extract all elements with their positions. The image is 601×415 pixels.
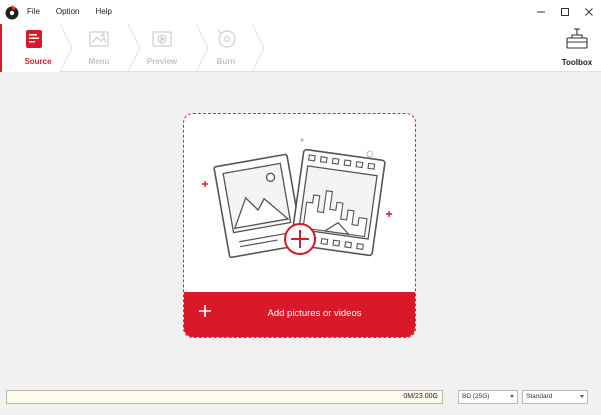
menu-option[interactable]: Option: [56, 0, 80, 24]
source-icon: [26, 30, 42, 48]
step-label-burn[interactable]: Burn: [196, 57, 256, 66]
close-button[interactable]: [577, 0, 601, 24]
workflow-step-bar: Source Menu Preview Burn Toolbox: [0, 24, 601, 72]
workspace: Add pictures or videos: [0, 73, 601, 383]
window-controls: [529, 0, 601, 24]
media-drop-zone[interactable]: Add pictures or videos: [183, 113, 416, 338]
status-bar: 0M/23.00G BD (25G) Standard: [0, 383, 601, 415]
menu-icon: [89, 31, 109, 47]
add-circle-icon: [284, 223, 316, 255]
app-logo-icon: [5, 5, 19, 20]
minimize-icon: [537, 11, 545, 13]
menu-file[interactable]: File: [27, 0, 40, 24]
maximize-button[interactable]: [553, 0, 577, 24]
step-label-source[interactable]: Source: [8, 57, 68, 66]
disc-capacity-bar: 0M/23.00G: [6, 390, 443, 404]
disc-type-select[interactable]: BD (25G): [458, 390, 518, 404]
chevron-down-icon: [580, 395, 584, 398]
toolbox-label: Toolbox: [561, 58, 593, 67]
quality-value: Standard: [526, 393, 553, 400]
minimize-button[interactable]: [529, 0, 553, 24]
toolbox-icon: [566, 28, 588, 49]
step-label-preview[interactable]: Preview: [132, 57, 192, 66]
chevron-down-icon: [510, 395, 514, 398]
burn-icon: [217, 29, 236, 48]
disc-type-value: BD (25G): [462, 393, 490, 400]
maximize-icon: [561, 8, 569, 16]
menu-help[interactable]: Help: [95, 0, 111, 24]
quality-select[interactable]: Standard: [522, 390, 588, 404]
close-icon: [585, 8, 593, 16]
title-bar: File Option Help: [0, 0, 601, 24]
menu-bar: File Option Help: [27, 0, 128, 24]
add-media-illustration: [202, 138, 392, 259]
add-pictures-videos-label: Add pictures or videos: [267, 308, 362, 319]
disc-capacity-text: 0M/23.00G: [403, 393, 438, 400]
preview-icon: [152, 31, 172, 47]
step-label-menu[interactable]: Menu: [69, 57, 129, 66]
toolbox-button[interactable]: Toolbox: [553, 24, 601, 72]
add-pictures-videos-button[interactable]: Add pictures or videos: [184, 292, 415, 337]
